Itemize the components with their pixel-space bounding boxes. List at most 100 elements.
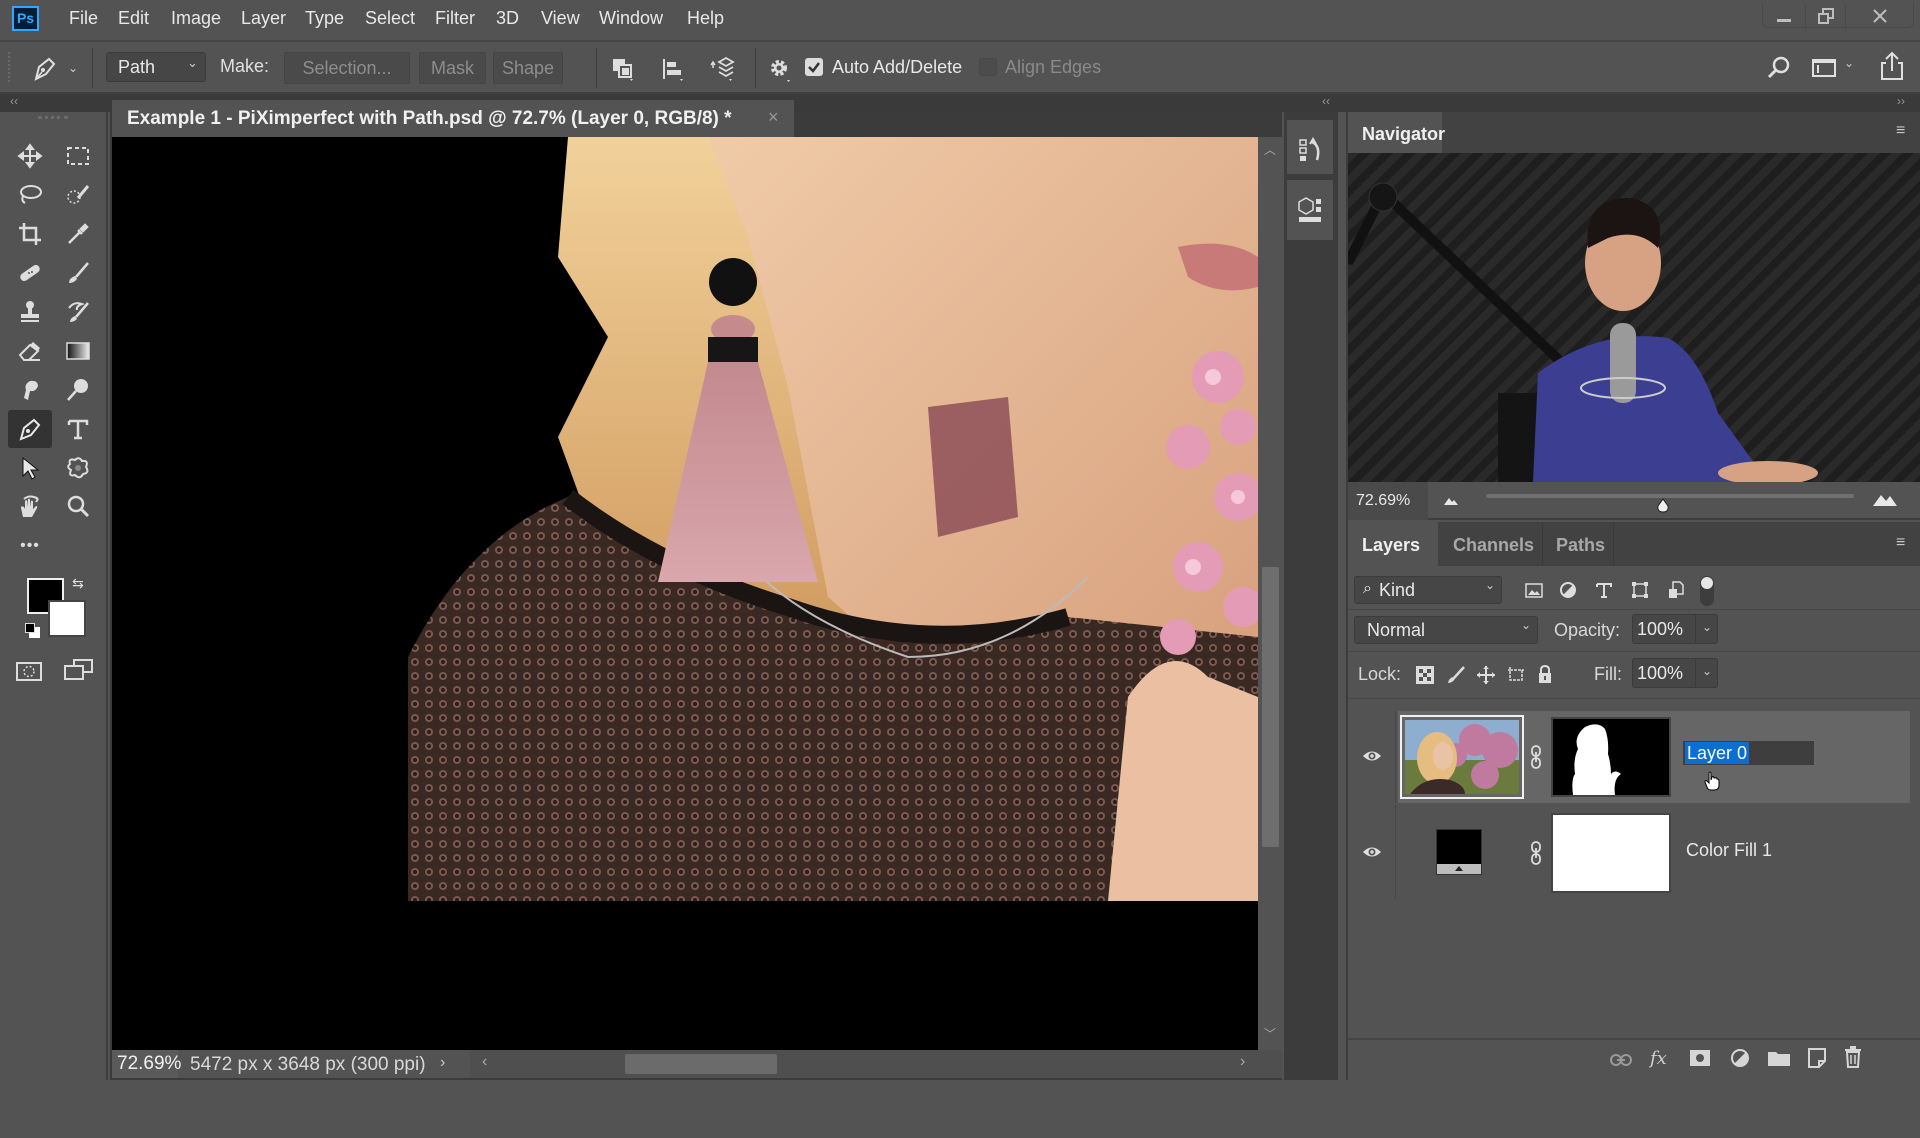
lock-position-button[interactable] (1476, 665, 1496, 685)
rotate-view-tool[interactable] (8, 488, 52, 526)
menu-select[interactable]: Select (365, 8, 415, 29)
navigator-zoom-slider[interactable] (1486, 494, 1854, 513)
blend-mode-select[interactable]: Normal ⌄ (1354, 616, 1538, 644)
layer-row-layer-0[interactable]: Layer 0 (1348, 711, 1920, 803)
layers-menu-icon[interactable]: ≡ (1896, 534, 1905, 552)
layer-row-color-fill-1[interactable]: Color Fill 1 (1348, 805, 1920, 899)
new-layer-icon[interactable] (1808, 1048, 1826, 1068)
edit-toolbar-button[interactable]: ••• (8, 527, 52, 565)
menu-help[interactable]: Help (687, 8, 724, 29)
menu-view[interactable]: View (541, 8, 580, 29)
scroll-right-icon[interactable]: › (1240, 1053, 1245, 1071)
opacity-dropdown-button[interactable]: ⌄ (1695, 615, 1717, 643)
tool-preset-picker[interactable]: ⌄ (30, 52, 86, 84)
eraser-tool[interactable] (8, 332, 52, 370)
align-edges-checkbox[interactable] (979, 58, 997, 76)
layer-thumbnail[interactable] (1400, 715, 1524, 799)
clone-stamp-tool[interactable] (8, 293, 52, 331)
tab-channels[interactable]: Channels (1439, 522, 1543, 566)
layer-mask-thumbnail[interactable] (1551, 813, 1671, 893)
delete-icon[interactable] (1844, 1046, 1862, 1068)
menu-image[interactable]: Image (171, 8, 221, 29)
healing-brush-tool[interactable] (8, 254, 52, 292)
path-operations-button[interactable] (610, 56, 636, 82)
tab-layers[interactable]: Layers (1348, 522, 1438, 566)
zoom-field[interactable]: 72.69% (112, 1050, 181, 1078)
background-color-swatch[interactable] (48, 600, 86, 637)
quick-selection-tool[interactable] (56, 176, 100, 214)
opacity-field[interactable]: 100% ⌄ (1632, 614, 1718, 644)
path-alignment-button[interactable] (660, 56, 686, 82)
scroll-left-icon[interactable]: ‹ (482, 1053, 487, 1071)
menu-window[interactable]: Window (599, 8, 663, 29)
navigator-menu-icon[interactable]: ≡ (1896, 122, 1905, 140)
history-brush-tool[interactable] (56, 293, 100, 331)
menu-3d[interactable]: 3D (496, 8, 519, 29)
marquee-tool[interactable] (56, 137, 100, 175)
link-chain-icon[interactable] (1530, 841, 1542, 865)
tab-navigator[interactable]: Navigator (1348, 112, 1445, 153)
move-tool[interactable] (8, 137, 52, 175)
close-window-button[interactable] (1845, 4, 1913, 30)
scroll-up-icon[interactable]: ︿ (1264, 141, 1276, 158)
options-bar-grip[interactable] (8, 52, 10, 82)
collapse-toolbar-icon[interactable]: ‹‹ (10, 94, 18, 108)
type-tool[interactable] (56, 410, 100, 448)
tab-paths[interactable]: Paths (1544, 522, 1614, 566)
navigator-zoom-field[interactable]: 72.69% (1348, 482, 1428, 520)
menu-type[interactable]: Type (305, 8, 344, 29)
make-shape-button[interactable]: Shape (493, 52, 563, 84)
zoom-in-button[interactable] (1872, 490, 1898, 508)
search-button[interactable] (1765, 54, 1793, 82)
3d-panel-button[interactable] (1287, 180, 1333, 240)
filter-adjustment-layers-button[interactable] (1558, 580, 1578, 600)
canvas-vertical-scrollbar[interactable]: ︿ ﹀ (1258, 137, 1282, 1050)
layer-visibility-toggle[interactable] (1348, 711, 1396, 803)
adjustment-layer-icon[interactable] (1730, 1048, 1750, 1068)
link-chain-icon[interactable] (1530, 745, 1542, 769)
menu-filter[interactable]: Filter (435, 8, 475, 29)
mode-select[interactable]: Path ⌄ (106, 52, 206, 82)
add-mask-icon[interactable] (1690, 1050, 1710, 1066)
scroll-down-icon[interactable]: ﹀ (1264, 1025, 1276, 1042)
zoom-tool[interactable] (56, 488, 100, 526)
lock-image-pixels-button[interactable] (1446, 665, 1466, 685)
color-fill-thumbnail[interactable] (1436, 829, 1482, 875)
canvas[interactable] (112, 137, 1258, 1050)
info-menu-arrow-icon[interactable]: › (440, 1054, 445, 1072)
path-arrangement-button[interactable] (708, 54, 736, 82)
menu-file[interactable]: File (69, 8, 98, 29)
pen-settings-button[interactable] (766, 55, 794, 83)
document-tab[interactable]: Example 1 - PiXimperfect with Path.psd @… (112, 100, 794, 137)
navigator-preview[interactable] (1348, 153, 1920, 482)
menu-edit[interactable]: Edit (118, 8, 149, 29)
pen-tool[interactable] (8, 410, 52, 448)
swap-colors-icon[interactable]: ⇆ (72, 575, 88, 591)
layer-visibility-toggle[interactable] (1348, 805, 1396, 899)
filter-shape-layers-button[interactable] (1630, 580, 1650, 600)
restore-button[interactable] (1805, 4, 1845, 30)
default-colors-icon[interactable] (25, 623, 41, 639)
quick-mask-button[interactable] (15, 660, 45, 684)
layer-name-input[interactable]: Layer 0 (1683, 741, 1814, 765)
workspace-switcher[interactable]: ⌄ (1810, 54, 1860, 82)
layer-mask-thumbnail[interactable] (1551, 717, 1671, 797)
path-selection-tool[interactable] (8, 449, 52, 487)
toolbar-grip[interactable] (38, 116, 68, 120)
brush-tool[interactable] (56, 254, 100, 292)
filter-pixel-layers-button[interactable] (1524, 580, 1544, 600)
filter-type-layers-button[interactable] (1594, 580, 1614, 600)
custom-shape-tool[interactable] (56, 449, 100, 487)
navigator-zoom-slider-thumb[interactable] (1656, 498, 1670, 513)
gradient-tool[interactable] (56, 332, 100, 370)
history-panel-button[interactable] (1287, 120, 1333, 176)
make-selection-button[interactable]: Selection... (284, 52, 410, 84)
make-mask-button[interactable]: Mask (419, 52, 486, 84)
eyedropper-tool[interactable] (56, 215, 100, 253)
lasso-tool[interactable] (8, 176, 52, 214)
expand-panels-icon[interactable]: ›› (1897, 94, 1905, 108)
link-layers-icon[interactable] (1610, 1054, 1632, 1066)
share-button[interactable] (1877, 50, 1907, 82)
lock-transparent-pixels-button[interactable] (1416, 666, 1434, 684)
group-icon[interactable] (1768, 1050, 1790, 1066)
